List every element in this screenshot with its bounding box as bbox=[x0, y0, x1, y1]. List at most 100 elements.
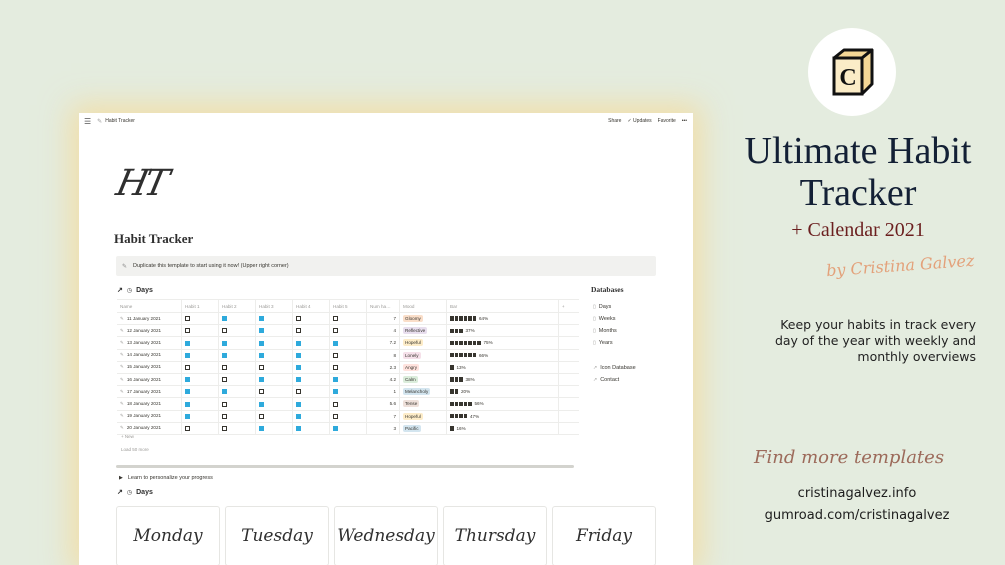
checkbox-checked[interactable] bbox=[296, 425, 301, 431]
breadcrumb[interactable]: Habit Tracker bbox=[105, 118, 135, 124]
db-link-years[interactable]: ▯ Years bbox=[593, 340, 613, 346]
db-link-icon-database[interactable]: ↗ Icon Database bbox=[593, 365, 636, 371]
checkbox-unchecked[interactable] bbox=[185, 364, 190, 370]
mood-cell[interactable]: Tense bbox=[399, 397, 447, 411]
table-row[interactable]: ✎ 17 January 2021 1 Melancholy 20% bbox=[117, 385, 579, 399]
checkbox-unchecked[interactable] bbox=[185, 316, 190, 322]
checkbox-checked[interactable] bbox=[296, 377, 301, 383]
day-card-friday[interactable]: Friday bbox=[552, 506, 656, 565]
checkbox-unchecked[interactable] bbox=[333, 364, 338, 370]
checkbox-checked[interactable] bbox=[259, 401, 264, 407]
checkbox-checked[interactable] bbox=[185, 377, 190, 383]
row-name-cell[interactable]: ✎ 14 January 2021 bbox=[117, 349, 182, 362]
checkbox-checked[interactable] bbox=[259, 340, 264, 346]
column-header[interactable]: + bbox=[558, 299, 579, 313]
checkbox-unchecked[interactable] bbox=[222, 425, 227, 431]
table-row[interactable]: ✎ 13 January 2021 7.2 Hopeful 75% bbox=[117, 336, 579, 350]
table-row[interactable]: ✎ 20 January 2021 3 Pacific 16% bbox=[117, 422, 579, 435]
column-header[interactable]: Name bbox=[117, 299, 182, 313]
checkbox-checked[interactable] bbox=[296, 413, 301, 419]
share-button[interactable]: Share bbox=[608, 118, 621, 124]
updates-button[interactable]: ✓ Updates bbox=[627, 118, 651, 124]
db-link-months[interactable]: ▯ Months bbox=[593, 328, 617, 334]
checkbox-unchecked[interactable] bbox=[296, 316, 301, 322]
mood-cell[interactable]: Melancholy bbox=[399, 385, 447, 399]
checkbox-checked[interactable] bbox=[185, 340, 190, 346]
days-gallery-header[interactable]: ↗ ◷ Days bbox=[117, 488, 153, 497]
table-row[interactable]: ✎ 16 January 2021 4.2 Calm 38% bbox=[117, 373, 579, 387]
checkbox-checked[interactable] bbox=[185, 413, 190, 419]
days-section-header[interactable]: ↗ ◷ Days bbox=[117, 286, 153, 295]
db-link-weeks[interactable]: ▯ Weeks bbox=[593, 316, 615, 322]
column-header[interactable]: Mood bbox=[399, 299, 447, 313]
row-name-cell[interactable]: ✎ 13 January 2021 bbox=[117, 336, 182, 350]
checkbox-unchecked[interactable] bbox=[296, 328, 301, 334]
mood-cell[interactable]: Angry bbox=[399, 361, 447, 374]
checkbox-unchecked[interactable] bbox=[222, 401, 227, 407]
checkbox-checked[interactable] bbox=[333, 377, 338, 383]
checkbox-checked[interactable] bbox=[333, 340, 338, 346]
checkbox-unchecked[interactable] bbox=[259, 364, 264, 370]
checkbox-unchecked[interactable] bbox=[185, 328, 190, 334]
column-header[interactable]: Habit 2 bbox=[218, 299, 256, 313]
checkbox-unchecked[interactable] bbox=[222, 377, 227, 383]
checkbox-checked[interactable] bbox=[296, 364, 301, 370]
checkbox-checked[interactable] bbox=[185, 389, 190, 395]
checkbox-unchecked[interactable] bbox=[333, 316, 338, 322]
checkbox-unchecked[interactable] bbox=[296, 389, 301, 395]
checkbox-checked[interactable] bbox=[259, 377, 264, 383]
mood-cell[interactable]: Hopeful bbox=[399, 410, 447, 423]
row-name-cell[interactable]: ✎ 15 January 2021 bbox=[117, 361, 182, 374]
row-name-cell[interactable]: ✎ 17 January 2021 bbox=[117, 385, 182, 399]
table-row[interactable]: ✎ 15 January 2021 2.3 Angry 13% bbox=[117, 361, 579, 374]
checkbox-checked[interactable] bbox=[333, 389, 338, 395]
favorite-button[interactable]: Favorite bbox=[658, 118, 676, 124]
personalize-toggle[interactable]: ▶ Learn to personalize your progress bbox=[119, 475, 213, 481]
table-row[interactable]: ✎ 14 January 2021 8 Lonely 66% bbox=[117, 349, 579, 362]
column-header[interactable]: Habit 1 bbox=[181, 299, 219, 313]
website-link[interactable]: cristinagalvez.info bbox=[740, 486, 974, 501]
checkbox-checked[interactable] bbox=[296, 352, 301, 358]
checkbox-checked[interactable] bbox=[222, 352, 227, 358]
column-header[interactable]: Num ha… bbox=[366, 299, 400, 313]
checkbox-checked[interactable] bbox=[259, 328, 264, 334]
table-row[interactable]: ✎ 12 January 2021 4 Reflective 37% bbox=[117, 324, 579, 338]
checkbox-unchecked[interactable] bbox=[222, 364, 227, 370]
row-name-cell[interactable]: ✎ 16 January 2021 bbox=[117, 373, 182, 387]
checkbox-unchecked[interactable] bbox=[185, 425, 190, 431]
day-card-tuesday[interactable]: Tuesday bbox=[225, 506, 329, 565]
day-card-wednesday[interactable]: Wednesday bbox=[334, 506, 438, 565]
mood-cell[interactable]: Reflective bbox=[399, 324, 447, 338]
checkbox-checked[interactable] bbox=[296, 401, 301, 407]
checkbox-checked[interactable] bbox=[259, 352, 264, 358]
table-row[interactable]: ✎ 18 January 2021 5.6 Tense 56% bbox=[117, 397, 579, 411]
checkbox-checked[interactable] bbox=[222, 316, 227, 322]
horizontal-scrollbar[interactable] bbox=[116, 465, 574, 468]
mood-cell[interactable]: Hopeful bbox=[399, 336, 447, 350]
table-row[interactable]: ✎ 19 January 2021 7 Hopeful 47% bbox=[117, 410, 579, 423]
mood-cell[interactable]: Pacific bbox=[399, 422, 447, 435]
row-name-cell[interactable]: ✎ 18 January 2021 bbox=[117, 397, 182, 411]
checkbox-unchecked[interactable] bbox=[333, 328, 338, 334]
db-link-days[interactable]: ▯ Days bbox=[593, 304, 611, 310]
menu-icon[interactable]: ☰ bbox=[84, 117, 91, 126]
column-header[interactable]: Bar bbox=[446, 299, 559, 313]
checkbox-unchecked[interactable] bbox=[259, 389, 264, 395]
mood-cell[interactable]: Calm bbox=[399, 373, 447, 387]
checkbox-checked[interactable] bbox=[185, 352, 190, 358]
mood-cell[interactable]: Gloomy bbox=[399, 312, 447, 326]
checkbox-unchecked[interactable] bbox=[333, 352, 338, 358]
column-header[interactable]: Habit 4 bbox=[292, 299, 330, 313]
checkbox-unchecked[interactable] bbox=[222, 328, 227, 334]
row-name-cell[interactable]: ✎ 12 January 2021 bbox=[117, 324, 182, 338]
more-options-icon[interactable]: ••• bbox=[682, 118, 687, 124]
day-card-thursday[interactable]: Thursday bbox=[443, 506, 547, 565]
column-header[interactable]: Habit 3 bbox=[255, 299, 293, 313]
checkbox-checked[interactable] bbox=[333, 425, 338, 431]
checkbox-unchecked[interactable] bbox=[333, 401, 338, 407]
checkbox-checked[interactable] bbox=[259, 316, 264, 322]
row-name-cell[interactable]: ✎ 20 January 2021 bbox=[117, 422, 182, 435]
row-name-cell[interactable]: ✎ 19 January 2021 bbox=[117, 410, 182, 423]
checkbox-unchecked[interactable] bbox=[222, 413, 227, 419]
checkbox-checked[interactable] bbox=[296, 340, 301, 346]
